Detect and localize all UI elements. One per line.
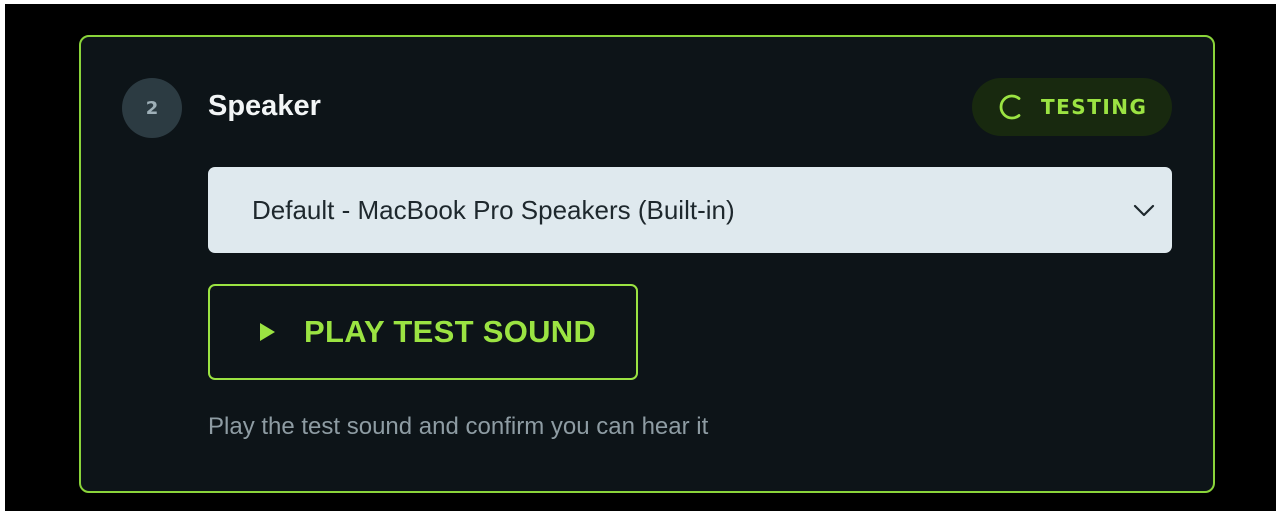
spinner-icon [999, 94, 1021, 120]
play-icon [260, 323, 275, 341]
status-badge: TESTING [972, 78, 1172, 136]
section-title: Speaker [208, 90, 321, 122]
chevron-down-icon [1133, 204, 1155, 217]
play-test-sound-button[interactable]: PLAY TEST SOUND [208, 284, 638, 380]
step-number-badge: 2 [122, 78, 182, 138]
helper-text: Play the test sound and confirm you can … [208, 413, 709, 440]
status-label: TESTING [1041, 95, 1148, 119]
play-test-sound-label: PLAY TEST SOUND [304, 314, 597, 349]
speaker-select[interactable]: Default - MacBook Pro Speakers (Built-in… [208, 167, 1172, 253]
speaker-select-value: Default - MacBook Pro Speakers (Built-in… [252, 194, 735, 225]
